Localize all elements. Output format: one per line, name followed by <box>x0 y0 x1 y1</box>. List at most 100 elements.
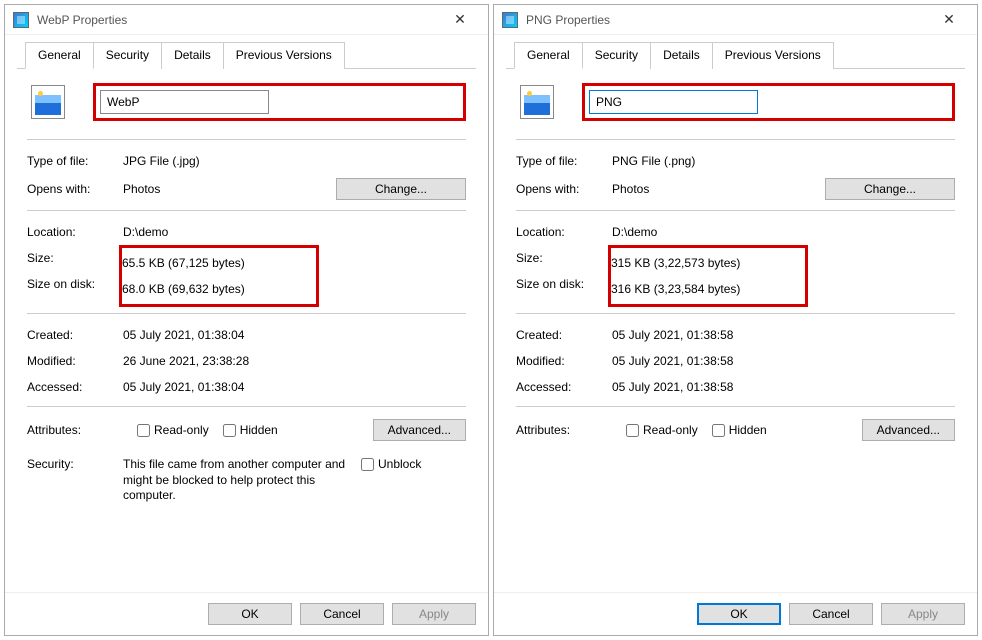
tab-previous versions[interactable]: Previous Versions <box>712 42 834 69</box>
checkbox-hidden[interactable]: Hidden <box>223 423 278 437</box>
checkbox-readonly-input[interactable] <box>137 424 150 437</box>
row-attributes: Attributes: Read-only Hidden Advanced... <box>516 415 955 445</box>
close-icon[interactable]: ✕ <box>929 8 969 32</box>
filename-highlight <box>93 83 466 121</box>
value-size-on-disk: 316 KB (3,23,584 bytes) <box>611 282 801 296</box>
size-highlight: 315 KB (3,22,573 bytes) 316 KB (3,23,584… <box>608 245 808 307</box>
checkbox-hidden-input[interactable] <box>712 424 725 437</box>
filename-input[interactable] <box>589 90 758 114</box>
row-accessed: Accessed: 05 July 2021, 01:38:04 <box>27 374 466 400</box>
checkbox-unblock-input[interactable] <box>361 458 374 471</box>
row-opens-with: Opens with: Photos Change... <box>516 174 955 204</box>
tab-details[interactable]: Details <box>650 42 713 69</box>
change-button[interactable]: Change... <box>825 178 955 200</box>
cancel-button[interactable]: Cancel <box>789 603 873 625</box>
tab-content: Type of file: JPG File (.jpg) Opens with… <box>5 69 488 592</box>
label-location: Location: <box>27 225 123 239</box>
value-opens-with: Photos <box>612 182 825 196</box>
value-modified: 05 July 2021, 01:38:58 <box>612 354 955 368</box>
ok-button[interactable]: OK <box>208 603 292 625</box>
label-created: Created: <box>516 328 612 342</box>
tab-general[interactable]: General <box>25 42 94 69</box>
label-security: Security: <box>27 457 123 471</box>
value-created: 05 July 2021, 01:38:58 <box>612 328 955 342</box>
separator <box>27 139 466 140</box>
label-size-on-disk: Size on disk: <box>516 277 612 291</box>
window-title: WebP Properties <box>37 13 440 27</box>
tab-strip: GeneralSecurityDetailsPrevious Versions <box>506 35 965 69</box>
label-created: Created: <box>27 328 123 342</box>
advanced-button[interactable]: Advanced... <box>862 419 955 441</box>
value-modified: 26 June 2021, 23:38:28 <box>123 354 466 368</box>
checkbox-readonly-label: Read-only <box>154 423 209 437</box>
size-labels: Size: Size on disk: <box>516 245 612 297</box>
close-icon[interactable]: ✕ <box>440 8 480 32</box>
separator <box>516 313 955 314</box>
titlebar: WebP Properties ✕ <box>5 5 488 35</box>
window-icon <box>502 12 518 28</box>
checkbox-unblock[interactable]: Unblock <box>361 457 421 471</box>
checkbox-hidden-input[interactable] <box>223 424 236 437</box>
label-modified: Modified: <box>27 354 123 368</box>
separator <box>27 406 466 407</box>
row-security: Security: This file came from another co… <box>27 453 466 508</box>
window-icon <box>13 12 29 28</box>
value-opens-with: Photos <box>123 182 336 196</box>
tab-security[interactable]: Security <box>582 42 651 69</box>
label-opens-with: Opens with: <box>516 182 612 196</box>
size-highlight: 65.5 KB (67,125 bytes) 68.0 KB (69,632 b… <box>119 245 319 307</box>
value-size-on-disk: 68.0 KB (69,632 bytes) <box>122 282 312 296</box>
apply-button[interactable]: Apply <box>881 603 965 625</box>
value-location: D:\demo <box>612 225 955 239</box>
checkbox-readonly-label: Read-only <box>643 423 698 437</box>
tab-details[interactable]: Details <box>161 42 224 69</box>
row-accessed: Accessed: 05 July 2021, 01:38:58 <box>516 374 955 400</box>
tab-security[interactable]: Security <box>93 42 162 69</box>
separator <box>516 406 955 407</box>
titlebar: PNG Properties ✕ <box>494 5 977 35</box>
size-labels: Size: Size on disk: <box>27 245 123 297</box>
properties-dialog: WebP Properties ✕ GeneralSecurityDetails… <box>4 4 489 636</box>
file-type-icon <box>31 85 65 119</box>
value-type: PNG File (.png) <box>612 154 955 168</box>
value-size: 65.5 KB (67,125 bytes) <box>122 256 312 270</box>
value-security: This file came from another computer and… <box>123 457 353 504</box>
advanced-button[interactable]: Advanced... <box>373 419 466 441</box>
label-size: Size: <box>516 251 612 265</box>
filename-highlight <box>582 83 955 121</box>
row-created: Created: 05 July 2021, 01:38:04 <box>27 322 466 348</box>
checkbox-readonly-input[interactable] <box>626 424 639 437</box>
label-opens-with: Opens with: <box>27 182 123 196</box>
row-type: Type of file: JPG File (.jpg) <box>27 148 466 174</box>
checkbox-hidden[interactable]: Hidden <box>712 423 767 437</box>
value-type: JPG File (.jpg) <box>123 154 466 168</box>
label-modified: Modified: <box>516 354 612 368</box>
label-type: Type of file: <box>516 154 612 168</box>
separator <box>516 210 955 211</box>
value-accessed: 05 July 2021, 01:38:58 <box>612 380 955 394</box>
tab-previous versions[interactable]: Previous Versions <box>223 42 345 69</box>
checkbox-readonly[interactable]: Read-only <box>137 423 209 437</box>
row-modified: Modified: 05 July 2021, 01:38:58 <box>516 348 955 374</box>
checkbox-hidden-label: Hidden <box>729 423 767 437</box>
value-created: 05 July 2021, 01:38:04 <box>123 328 466 342</box>
separator <box>516 139 955 140</box>
label-size-on-disk: Size on disk: <box>27 277 123 291</box>
ok-button[interactable]: OK <box>697 603 781 625</box>
filename-input[interactable] <box>100 90 269 114</box>
row-modified: Modified: 26 June 2021, 23:38:28 <box>27 348 466 374</box>
cancel-button[interactable]: Cancel <box>300 603 384 625</box>
tab-general[interactable]: General <box>514 42 583 69</box>
change-button[interactable]: Change... <box>336 178 466 200</box>
separator <box>27 210 466 211</box>
row-location: Location: D:\demo <box>516 219 955 245</box>
separator <box>27 313 466 314</box>
size-block-wrapper: Size: Size on disk: 315 KB (3,22,573 byt… <box>516 245 955 307</box>
tab-strip: GeneralSecurityDetailsPrevious Versions <box>17 35 476 69</box>
checkbox-readonly[interactable]: Read-only <box>626 423 698 437</box>
label-size: Size: <box>27 251 123 265</box>
apply-button[interactable]: Apply <box>392 603 476 625</box>
label-type: Type of file: <box>27 154 123 168</box>
value-accessed: 05 July 2021, 01:38:04 <box>123 380 466 394</box>
value-size: 315 KB (3,22,573 bytes) <box>611 256 801 270</box>
